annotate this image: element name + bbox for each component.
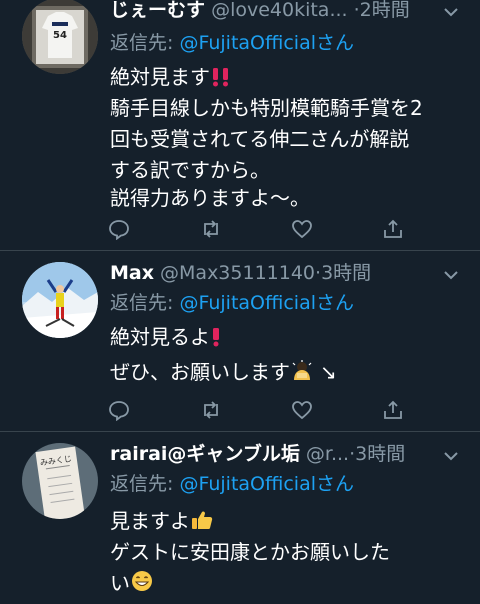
avatar[interactable]: 54 <box>22 0 98 74</box>
tweet-text-line: ぜひ、お願いします ↘ <box>110 359 337 388</box>
reply-icon[interactable] <box>108 218 130 240</box>
tweet-time: 2時間 <box>359 0 410 21</box>
tweet-text-line: 騎手目線しかも特別模範騎手賞を2 <box>110 96 423 120</box>
share-icon[interactable] <box>382 399 404 421</box>
right-down-arrow-icon: ↘ <box>320 360 337 384</box>
tweet-text: い <box>110 571 130 595</box>
chevron-down-icon[interactable] <box>442 450 460 462</box>
tweet-text-line: ゲストに安田康とかお願いした <box>110 540 390 564</box>
share-icon[interactable] <box>382 218 404 240</box>
tweet-3[interactable]: みみくじ rairai@ギャンブル垢 @r...·3時間 返信先: @Fujit… <box>0 432 480 604</box>
retweet-icon[interactable] <box>200 399 222 421</box>
reply-prefix: 返信先: <box>110 473 180 495</box>
tweet-1[interactable]: 54 じぇーむす @love40kita... ·2時間 返信先: @Fujit… <box>0 0 480 248</box>
tweet-text: ぜひ、お願いします <box>110 360 290 384</box>
reply-context: 返信先: @FujitaOfficialさん <box>110 291 354 315</box>
tweet-text-line: 絶対見ます <box>110 64 232 93</box>
tweet-2[interactable]: Max @Max35111140·3時間 返信先: @FujitaOfficia… <box>0 251 480 429</box>
reply-to-link[interactable]: @FujitaOfficialさん <box>179 32 354 54</box>
tweet-text: 見ますよ <box>110 509 190 533</box>
avatar-jersey-image: 54 <box>22 0 98 74</box>
exclamation-icon <box>210 327 222 353</box>
svg-text:54: 54 <box>53 30 67 41</box>
reply-context: 返信先: @FujitaOfficialさん <box>110 472 354 496</box>
reply-icon[interactable] <box>108 399 130 421</box>
tweet-text-line: い <box>110 569 154 599</box>
author-name[interactable]: rairai@ギャンブル垢 <box>110 443 300 465</box>
author-name[interactable]: じぇーむす <box>110 0 205 21</box>
author-name[interactable]: Max <box>110 262 154 284</box>
tweet-time: 3時間 <box>355 443 406 465</box>
tweet-text-line: する訳ですから。 <box>110 158 270 182</box>
like-icon[interactable] <box>291 399 313 421</box>
avatar-omikuji-image: みみくじ <box>22 443 98 519</box>
bowing-person-icon <box>290 360 314 388</box>
chevron-down-icon[interactable] <box>442 269 460 281</box>
reply-context: 返信先: @FujitaOfficialさん <box>110 31 354 55</box>
tweet-text: 絶対見ます <box>110 65 210 89</box>
avatar[interactable]: みみくじ <box>22 443 98 519</box>
tweet-text-line: 絶対見るよ <box>110 324 222 353</box>
like-icon[interactable] <box>291 218 313 240</box>
tweet-text-line: 説得力ありますよ〜。 <box>110 186 310 210</box>
tweet-time: 3時間 <box>321 262 372 284</box>
reply-prefix: 返信先: <box>110 32 180 54</box>
double-exclamation-icon <box>210 67 232 93</box>
author-handle[interactable]: @love40kita... <box>211 0 348 21</box>
reply-to-link[interactable]: @FujitaOfficialさん <box>179 292 354 314</box>
action-bar <box>108 399 408 421</box>
retweet-icon[interactable] <box>200 218 222 240</box>
tweet-text-line: 見ますよ <box>110 508 214 537</box>
author-handle[interactable]: @Max35111140 <box>160 262 315 284</box>
author-handle[interactable]: @r... <box>306 443 349 465</box>
avatar[interactable] <box>22 262 98 338</box>
tweet-text: 絶対見るよ <box>110 325 210 349</box>
grinning-face-icon <box>130 569 154 599</box>
reply-to-link[interactable]: @FujitaOfficialさん <box>179 473 354 495</box>
thumbs-up-icon <box>190 509 214 537</box>
action-bar <box>108 218 408 240</box>
tweet-text-line: 回も受賞されてる伸二さんが解説 <box>110 127 410 151</box>
avatar-skier-image <box>22 262 98 338</box>
chevron-down-icon[interactable] <box>442 6 460 18</box>
reply-prefix: 返信先: <box>110 292 180 314</box>
